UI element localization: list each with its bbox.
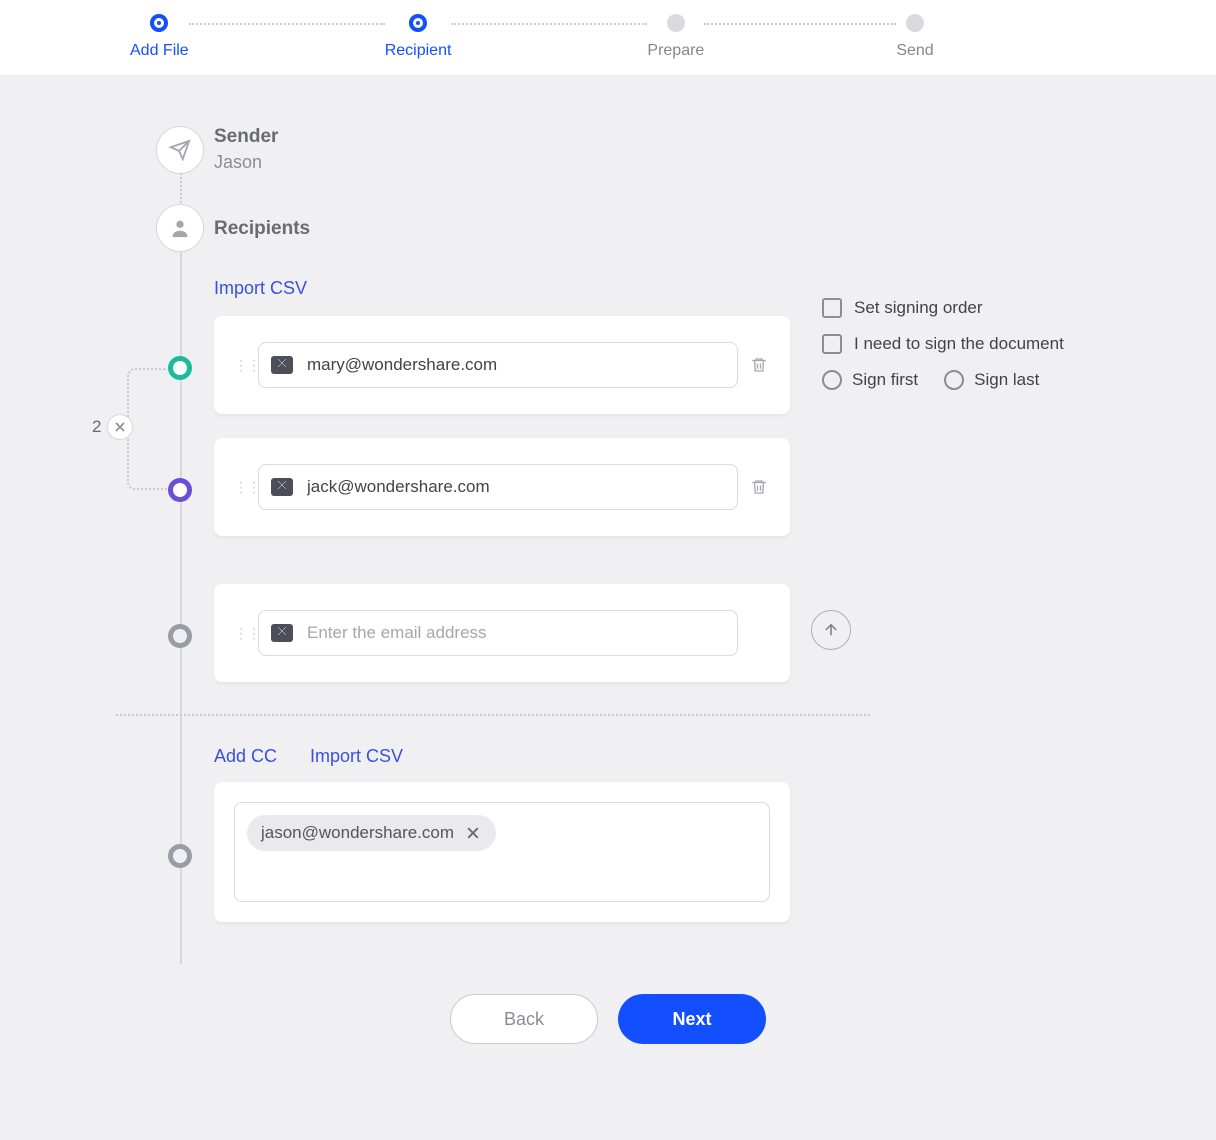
next-button[interactable]: Next <box>618 994 766 1044</box>
step-prepare[interactable]: Prepare <box>647 14 704 60</box>
cc-input-area[interactable]: jason@wondershare.com <box>234 802 770 902</box>
email-input-wrapper <box>258 610 738 656</box>
cc-node <box>168 844 192 868</box>
remove-cc-chip-button[interactable] <box>464 824 482 842</box>
recipients-heading: Recipients <box>214 218 310 240</box>
signing-options: Set signing order I need to sign the doc… <box>822 298 1065 390</box>
import-csv-link[interactable]: Import CSV <box>214 278 307 299</box>
step-dot-icon <box>150 14 168 32</box>
recipient-node-1 <box>168 356 192 380</box>
recipient-email-input-empty[interactable] <box>305 622 725 644</box>
recipient-count-number: 2 <box>92 417 101 437</box>
i-need-to-sign-checkbox[interactable]: I need to sign the document <box>822 334 1065 354</box>
email-input-wrapper <box>258 464 738 510</box>
step-label: Recipient <box>385 42 452 60</box>
recipient-email-input-2[interactable] <box>305 476 725 498</box>
arrow-up-icon <box>822 621 840 639</box>
drag-handle-icon[interactable]: ⋮⋮ <box>234 479 248 496</box>
step-label: Send <box>896 42 933 60</box>
delete-recipient-button[interactable] <box>748 477 770 497</box>
recipient-card-1: ⋮⋮ <box>214 316 790 414</box>
close-icon <box>467 827 479 839</box>
recipient-card-empty: ⋮⋮ <box>214 584 790 682</box>
person-icon <box>169 217 191 239</box>
envelope-icon <box>271 356 293 374</box>
move-up-button[interactable] <box>811 610 851 650</box>
recipients-badge <box>156 204 204 252</box>
radio-label: Sign last <box>974 370 1039 390</box>
trash-icon <box>750 477 768 497</box>
sender-heading: Sender <box>214 126 278 148</box>
step-label: Add File <box>130 42 189 60</box>
cc-card: jason@wondershare.com <box>214 782 790 922</box>
recipient-count: 2 <box>92 414 133 440</box>
sender-name: Jason <box>214 152 262 173</box>
cc-chip: jason@wondershare.com <box>247 815 496 851</box>
back-button[interactable]: Back <box>450 994 598 1044</box>
cc-chip-email: jason@wondershare.com <box>261 823 454 843</box>
section-divider <box>116 714 870 716</box>
step-label: Prepare <box>647 42 704 60</box>
step-add-file[interactable]: Add File <box>130 14 189 60</box>
drag-handle-icon[interactable]: ⋮⋮ <box>234 625 248 642</box>
delete-recipient-button[interactable] <box>748 355 770 375</box>
cc-import-csv-link[interactable]: Import CSV <box>310 746 403 767</box>
close-icon <box>115 422 125 432</box>
trash-icon <box>750 355 768 375</box>
envelope-icon <box>271 478 293 496</box>
sign-last-radio[interactable]: Sign last <box>944 370 1039 390</box>
progress-stepper: Add File Recipient Prepare Send <box>0 0 1216 76</box>
step-recipient[interactable]: Recipient <box>385 14 452 60</box>
sender-badge <box>156 126 204 174</box>
set-signing-order-checkbox[interactable]: Set signing order <box>822 298 1065 318</box>
step-dot-icon <box>906 14 924 32</box>
collapse-group-button[interactable] <box>107 414 133 440</box>
radio-label: Sign first <box>852 370 918 390</box>
option-label: I need to sign the document <box>854 334 1064 354</box>
radio-icon <box>822 370 842 390</box>
add-cc-link[interactable]: Add CC <box>214 746 277 767</box>
recipient-card-2: ⋮⋮ <box>214 438 790 536</box>
step-dot-icon <box>409 14 427 32</box>
footer-buttons: Back Next <box>0 994 1216 1044</box>
recipient-node-empty <box>168 624 192 648</box>
step-dot-icon <box>667 14 685 32</box>
recipient-email-input-1[interactable] <box>305 354 725 376</box>
checkbox-icon <box>822 298 842 318</box>
option-label: Set signing order <box>854 298 983 318</box>
paper-plane-icon <box>169 139 191 161</box>
radio-icon <box>944 370 964 390</box>
step-send[interactable]: Send <box>896 14 933 60</box>
sign-first-radio[interactable]: Sign first <box>822 370 918 390</box>
drag-handle-icon[interactable]: ⋮⋮ <box>234 357 248 374</box>
recipient-node-2 <box>168 478 192 502</box>
email-input-wrapper <box>258 342 738 388</box>
envelope-icon <box>271 624 293 642</box>
checkbox-icon <box>822 334 842 354</box>
